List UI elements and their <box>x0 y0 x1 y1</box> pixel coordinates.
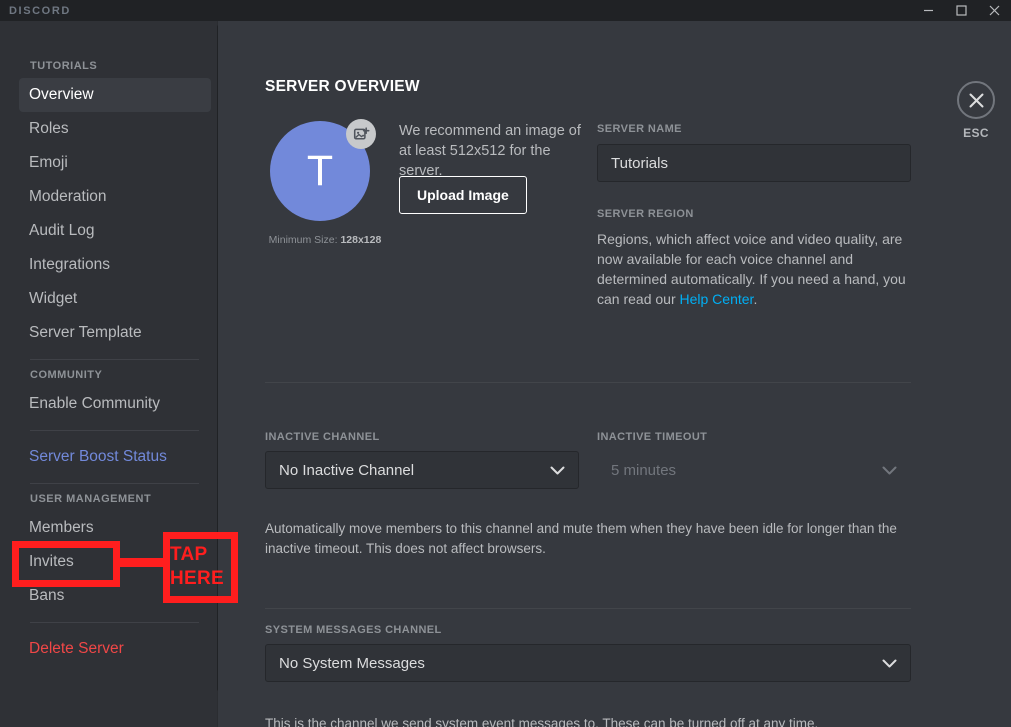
inactive-helper-text: Automatically move members to this chann… <box>265 521 897 556</box>
chevron-down-icon <box>882 466 897 475</box>
help-center-link[interactable]: Help Center <box>680 291 754 307</box>
annotation-connector-line <box>115 558 170 567</box>
discord-wordmark: DISCORD <box>9 4 71 17</box>
server-region-label: SERVER REGION <box>597 208 694 220</box>
add-image-icon[interactable] <box>346 119 376 149</box>
caption-prefix: Minimum Size: <box>268 234 341 246</box>
sidebar-item-enable-community[interactable]: Enable Community <box>19 387 211 421</box>
title-bar: DISCORD <box>0 0 1011 21</box>
server-avatar[interactable]: T <box>270 119 376 221</box>
sidebar-divider-1 <box>30 359 199 360</box>
sidebar-item-moderation[interactable]: Moderation <box>19 180 211 214</box>
close-icon[interactable] <box>978 0 1011 21</box>
minimize-icon[interactable] <box>912 0 945 21</box>
server-name-input[interactable] <box>597 144 911 182</box>
sidebar-item-server-boost-status[interactable]: Server Boost Status <box>19 440 211 474</box>
annotation-tap-here-text: TAP HERE <box>170 543 232 591</box>
server-settings-column: SERVER NAME SERVER REGION Regions, which… <box>597 123 911 309</box>
sidebar-server-header: TUTORIALS <box>30 60 98 72</box>
server-icon-block: T Minimum Size: 128x128 <box>265 119 385 246</box>
close-settings-button[interactable]: ESC <box>946 81 1006 140</box>
inactive-channel-value: No Inactive Channel <box>279 461 415 479</box>
sidebar-item-audit-log[interactable]: Audit Log <box>19 214 211 248</box>
window-controls <box>912 0 1011 21</box>
page-title: SERVER OVERVIEW <box>265 78 420 95</box>
sidebar-divider-4 <box>30 622 199 623</box>
inactive-channel-label: INACTIVE CHANNEL <box>265 431 380 443</box>
sidebar-item-emoji[interactable]: Emoji <box>19 146 211 180</box>
content-divider-1 <box>265 382 911 383</box>
sidebar-user-management-header: USER MANAGEMENT <box>30 493 152 505</box>
system-messages-helper-text: This is the channel we send system event… <box>265 716 819 727</box>
chevron-down-icon <box>550 466 565 475</box>
sidebar-item-integrations[interactable]: Integrations <box>19 248 211 282</box>
image-recommendation-text: We recommend an image of at least 512x51… <box>399 123 581 179</box>
sidebar-divider-2 <box>30 430 199 431</box>
tap-here-line-2: HERE <box>170 568 224 589</box>
system-messages-dropdown[interactable]: No System Messages <box>265 644 911 682</box>
caption-value: 128x128 <box>340 234 382 246</box>
maximize-icon[interactable] <box>945 0 978 21</box>
settings-content: SERVER OVERVIEW ESC T Minimum Size: 128x… <box>222 21 1011 727</box>
settings-sidebar: TUTORIALS Overview Roles Emoji Moderatio… <box>0 21 218 727</box>
inactive-timeout-dropdown: 5 minutes <box>597 451 911 489</box>
tap-here-line-1: TAP <box>170 544 208 565</box>
sidebar-item-widget[interactable]: Widget <box>19 282 211 316</box>
chevron-down-icon <box>882 659 897 668</box>
inactive-timeout-label: INACTIVE TIMEOUT <box>597 431 708 443</box>
inactive-channel-dropdown[interactable]: No Inactive Channel <box>265 451 579 489</box>
close-icon[interactable] <box>957 81 995 119</box>
system-messages-label: SYSTEM MESSAGES CHANNEL <box>265 624 442 636</box>
upload-image-button[interactable]: Upload Image <box>399 176 527 214</box>
inactive-timeout-value: 5 minutes <box>611 461 677 479</box>
sidebar-divider-3 <box>30 483 199 484</box>
avatar-initial: T <box>306 146 334 195</box>
region-desc-part2: . <box>753 291 758 307</box>
esc-label: ESC <box>963 126 989 140</box>
sidebar-community-header: COMMUNITY <box>30 369 103 381</box>
annotation-highlight-members <box>12 541 120 587</box>
sidebar-item-server-template[interactable]: Server Template <box>19 316 211 350</box>
server-region-description: Regions, which affect voice and video qu… <box>597 229 911 309</box>
sidebar-item-delete-server[interactable]: Delete Server <box>19 632 211 666</box>
system-messages-value: No System Messages <box>279 654 425 672</box>
avatar-minimum-size-caption: Minimum Size: 128x128 <box>265 234 385 246</box>
server-name-label: SERVER NAME <box>597 123 682 135</box>
sidebar-item-roles[interactable]: Roles <box>19 112 211 146</box>
content-divider-2 <box>265 608 911 609</box>
sidebar-item-overview[interactable]: Overview <box>19 78 211 112</box>
